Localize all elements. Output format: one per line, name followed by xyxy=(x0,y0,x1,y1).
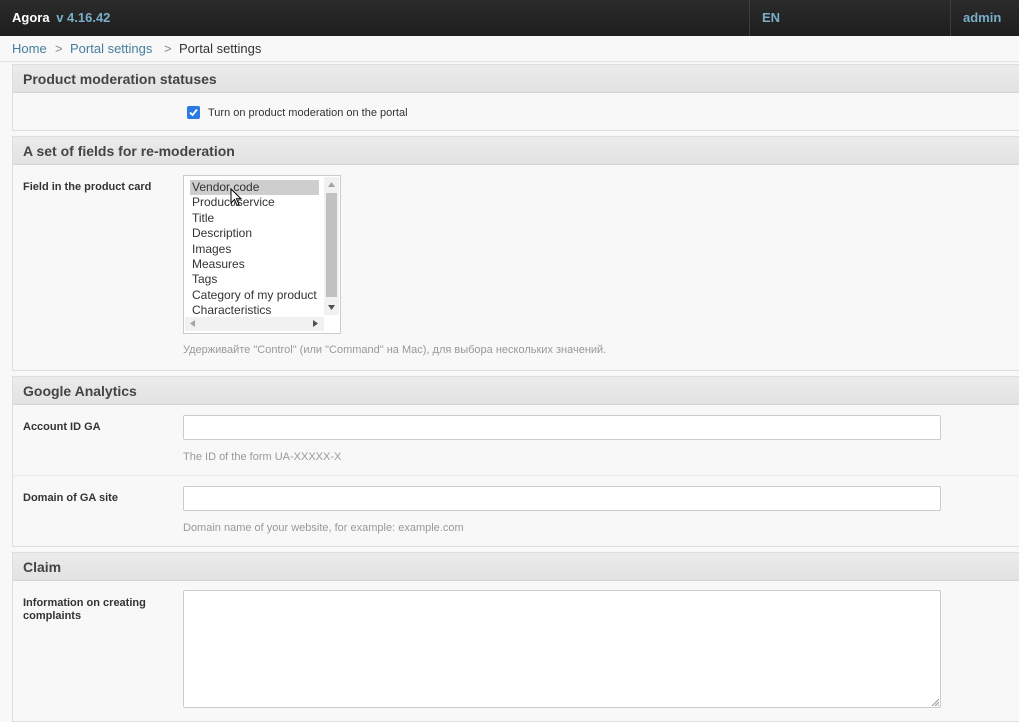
brand-name: Agora xyxy=(12,10,50,25)
claim-panel: Claim Information on creating complaints xyxy=(12,552,1019,722)
remoderation-panel-title: A set of fields for re-moderation xyxy=(13,137,1019,165)
version-label: v 4.16.42 xyxy=(56,10,111,25)
site-brand[interactable]: Agora v 4.16.42 xyxy=(12,10,110,25)
select-option[interactable]: Characteristics xyxy=(190,303,319,318)
remoderation-help-text: Удерживайте "Control" (или "Command" на … xyxy=(183,344,607,356)
claim-panel-title: Claim xyxy=(13,553,1019,581)
account-id-input[interactable] xyxy=(183,415,941,440)
breadcrumb-separator-icon: > xyxy=(55,41,63,56)
analytics-panel-title: Google Analytics xyxy=(13,377,1019,405)
scroll-up-arrow-icon[interactable] xyxy=(328,182,335,187)
breadcrumb-home-link[interactable]: Home xyxy=(12,41,47,56)
scroll-right-arrow-icon[interactable] xyxy=(313,320,318,327)
moderation-checkbox[interactable] xyxy=(187,106,200,119)
top-header-bar: Agora v 4.16.42 EN admin xyxy=(0,0,1019,36)
horizontal-scrollbar[interactable] xyxy=(185,317,324,331)
domain-row: Domain of GA site Domain name of your we… xyxy=(13,476,1019,546)
breadcrumb: Home > Portal settings > Portal settings xyxy=(0,36,1019,62)
scroll-left-arrow-icon[interactable] xyxy=(190,320,195,327)
account-id-help: The ID of the form UA-XXXXX-X xyxy=(183,451,342,463)
claim-info-textarea[interactable] xyxy=(183,590,941,708)
select-option[interactable]: Title xyxy=(190,211,319,226)
moderation-panel: Product moderation statuses Turn on prod… xyxy=(12,64,1019,131)
claim-info-row: Information on creating complaints xyxy=(13,581,1019,721)
analytics-panel: Google Analytics Account ID GA The ID of… xyxy=(12,376,1019,547)
user-menu[interactable]: admin xyxy=(963,10,1001,25)
select-option[interactable]: Product/service xyxy=(190,195,319,210)
moderation-checkbox-label[interactable]: Turn on product moderation on the portal xyxy=(208,107,408,119)
domain-label: Domain of GA site xyxy=(23,492,118,504)
select-option[interactable]: Description xyxy=(190,226,319,241)
account-id-row: Account ID GA The ID of the form UA-XXXX… xyxy=(13,405,1019,476)
breadcrumb-section-link[interactable]: Portal settings xyxy=(70,41,152,56)
moderation-panel-title: Product moderation statuses xyxy=(13,65,1019,93)
select-option[interactable]: Measures xyxy=(190,257,319,272)
vertical-scrollbar[interactable] xyxy=(324,177,339,315)
domain-help: Domain name of your website, for example… xyxy=(183,522,464,534)
select-option[interactable]: Tags xyxy=(190,272,319,287)
check-icon xyxy=(189,108,198,117)
select-option[interactable]: Category of my product xyxy=(190,288,319,303)
remoderation-field-label: Field in the product card xyxy=(23,181,152,193)
scroll-down-arrow-icon[interactable] xyxy=(328,305,335,310)
vertical-scroll-thumb[interactable] xyxy=(326,193,337,297)
remoderation-panel: A set of fields for re-moderation Field … xyxy=(12,136,1019,371)
claim-info-label: Information on creating complaints xyxy=(23,597,146,622)
remoderation-field-select[interactable]: Vendor code Product/service Title Descri… xyxy=(183,175,341,334)
moderation-row: Turn on product moderation on the portal xyxy=(13,93,1019,130)
domain-input[interactable] xyxy=(183,486,941,511)
language-label[interactable]: EN xyxy=(762,10,780,25)
select-option[interactable]: Images xyxy=(190,242,319,257)
select-option[interactable]: Vendor code xyxy=(190,180,319,195)
remoderation-row: Field in the product card Vendor code Pr… xyxy=(13,165,1019,370)
resize-handle-icon[interactable] xyxy=(931,698,939,706)
account-id-label: Account ID GA xyxy=(23,421,101,433)
language-switcher[interactable]: EN xyxy=(749,0,951,36)
breadcrumb-separator-icon: > xyxy=(164,41,172,56)
breadcrumb-current: Portal settings xyxy=(179,41,262,56)
